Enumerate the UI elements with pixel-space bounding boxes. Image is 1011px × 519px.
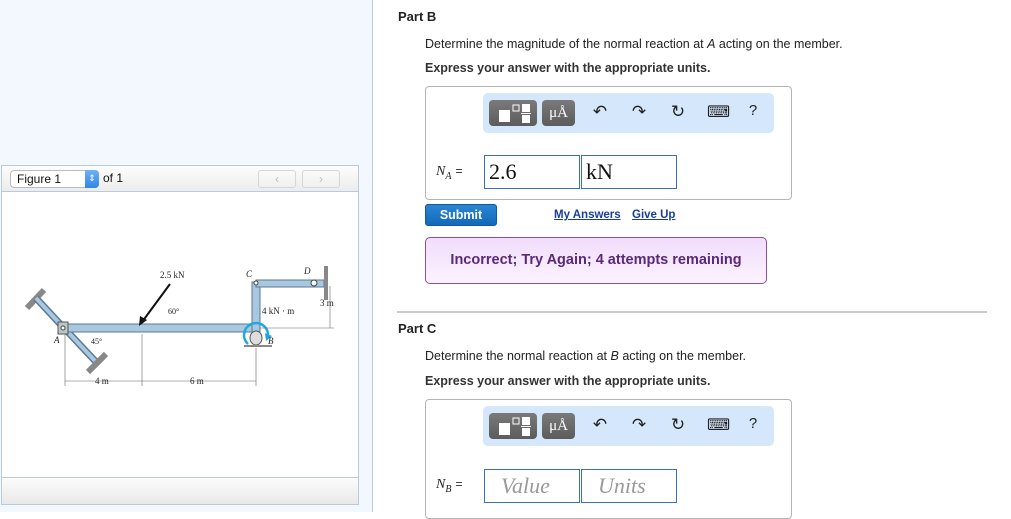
help-icon[interactable]: ? xyxy=(743,102,763,119)
figure-selector[interactable]: Figure 1 ⇕ xyxy=(10,170,99,188)
figure-footer xyxy=(2,477,358,504)
figure-toolbar: Figure 1 ⇕ of 1 ‹ › xyxy=(2,166,358,192)
redo-icon[interactable]: ↷ xyxy=(629,415,649,435)
part-b-instruction: Express your answer with the appropriate… xyxy=(425,61,711,75)
angle-60-label: 60° xyxy=(168,307,179,316)
part-c-answer-box: μÅ ↶ ↷ ↻ ⌨ ? NB = Value Units xyxy=(425,399,792,519)
keyboard-icon[interactable]: ⌨ xyxy=(707,102,730,122)
templates-icon xyxy=(499,417,531,436)
units-button[interactable]: μÅ xyxy=(542,100,575,126)
part-c-title: Part C xyxy=(398,321,437,336)
dim-4m-label: 4 m xyxy=(95,376,109,386)
figure-selector-value: Figure 1 xyxy=(17,172,62,186)
dim-6m-label: 6 m xyxy=(190,376,204,386)
chevron-right-icon: › xyxy=(319,172,323,186)
support-wall-upper-left xyxy=(24,287,65,329)
part-b-units-input[interactable]: kN xyxy=(581,155,677,189)
wall-d xyxy=(324,266,328,300)
reset-icon[interactable]: ↻ xyxy=(668,102,688,122)
point-c-label: C xyxy=(246,269,253,279)
figure-viewer: Figure 1 ⇕ of 1 ‹ › 2.5 kN 60° 45° 4 kN … xyxy=(1,165,359,505)
pin-d xyxy=(310,279,318,287)
figure-panel: Figure 1 ⇕ of 1 ‹ › 2.5 kN 60° 45° 4 kN … xyxy=(0,0,373,512)
part-b-math-toolbar: μÅ ↶ ↷ ↻ ⌨ ? xyxy=(483,93,774,133)
part-c-value-input[interactable]: Value xyxy=(484,469,580,503)
point-a-label: A xyxy=(53,335,60,345)
question-panel: Part B Determine the magnitude of the no… xyxy=(373,0,1011,519)
prev-figure-button[interactable]: ‹ xyxy=(258,170,296,188)
point-b-label: B xyxy=(268,336,274,346)
section-divider xyxy=(397,311,987,313)
figure-count: of 1 xyxy=(103,171,124,185)
member-ab xyxy=(61,323,257,333)
templates-icon xyxy=(499,104,531,123)
pin-a xyxy=(60,325,66,331)
roller-b xyxy=(249,330,263,346)
next-figure-button[interactable]: › xyxy=(302,170,340,188)
part-b-title: Part B xyxy=(398,9,437,24)
point-d-label: D xyxy=(303,266,311,276)
moment-label: 4 kN · m xyxy=(262,306,294,316)
part-c-units-input[interactable]: Units xyxy=(581,469,677,503)
part-c-answer-label: NB = xyxy=(436,477,463,495)
part-b-answer-label: NA = xyxy=(436,164,463,182)
part-c-math-toolbar: μÅ ↶ ↷ ↻ ⌨ ? xyxy=(483,406,774,446)
units-button[interactable]: μÅ xyxy=(542,413,575,439)
angle-45-label: 45° xyxy=(91,337,102,346)
templates-button[interactable] xyxy=(489,100,537,126)
part-b-answer-box: μÅ ↶ ↷ ↻ ⌨ ? NA = 2.6 kN xyxy=(425,86,792,200)
part-c-prompt: Determine the normal reaction at B actin… xyxy=(425,349,747,363)
chevron-left-icon: ‹ xyxy=(275,172,279,186)
force-arrow xyxy=(141,283,171,323)
undo-icon[interactable]: ↶ xyxy=(590,102,610,122)
my-answers-link[interactable]: My Answers xyxy=(554,209,621,221)
chevron-updown-icon: ⇕ xyxy=(85,170,99,188)
submit-button[interactable]: Submit xyxy=(425,204,497,226)
undo-icon[interactable]: ↶ xyxy=(590,415,610,435)
dim-3m-label: 3 m xyxy=(320,298,334,308)
force-label: 2.5 kN xyxy=(160,270,185,280)
pin-c xyxy=(253,280,259,286)
reset-icon[interactable]: ↻ xyxy=(668,415,688,435)
keyboard-icon[interactable]: ⌨ xyxy=(707,415,730,435)
templates-button[interactable] xyxy=(489,413,537,439)
part-c-instruction: Express your answer with the appropriate… xyxy=(425,374,711,388)
part-b-value-input[interactable]: 2.6 xyxy=(484,155,580,189)
mechanics-diagram: 2.5 kN 60° 45° 4 kN · m 4 m 6 m 3 m A B … xyxy=(24,266,334,386)
part-b-prompt: Determine the magnitude of the normal re… xyxy=(425,37,843,51)
feedback-message: Incorrect; Try Again; 4 attempts remaini… xyxy=(425,237,767,284)
help-icon[interactable]: ? xyxy=(743,415,763,432)
give-up-link[interactable]: Give Up xyxy=(632,209,675,221)
redo-icon[interactable]: ↷ xyxy=(629,102,649,122)
